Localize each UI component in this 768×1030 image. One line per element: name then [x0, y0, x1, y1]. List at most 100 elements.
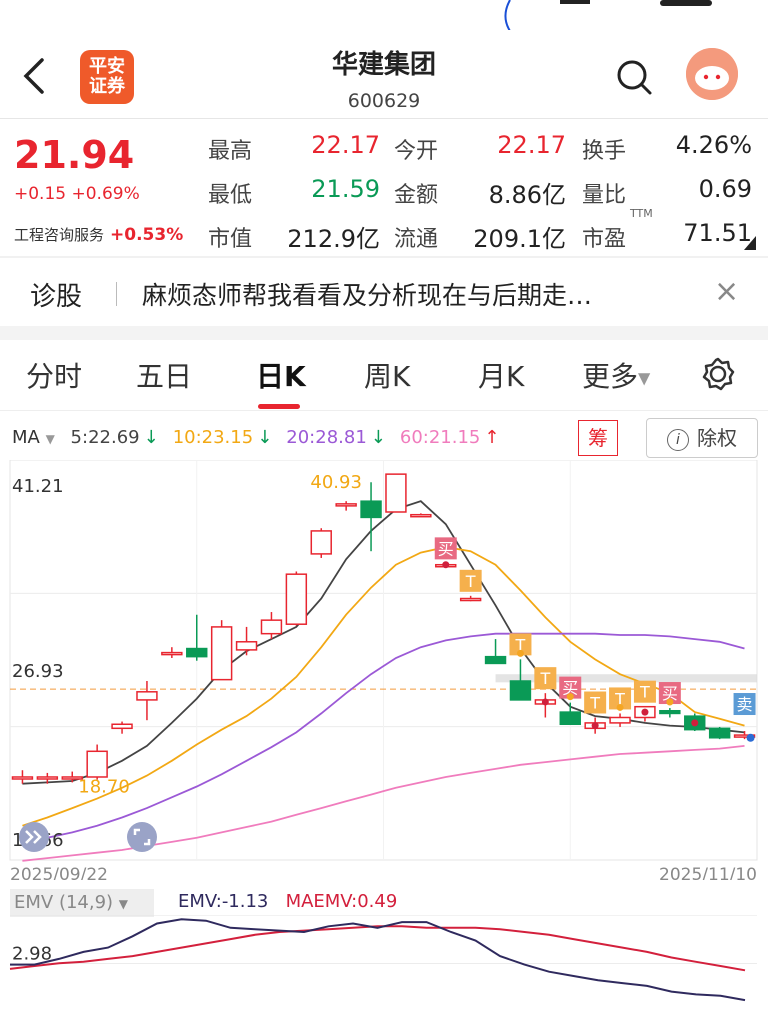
last-price: 21.94 [14, 133, 135, 177]
tab-monthly-k[interactable]: 月K [478, 355, 524, 395]
tab-weekly-k[interactable]: 周K [364, 355, 410, 395]
quote-label: 市值 [208, 227, 253, 252]
signal-dot [442, 561, 450, 569]
signal-dot [516, 649, 524, 657]
candle [609, 713, 631, 727]
candle-body [36, 776, 59, 780]
candle [659, 708, 681, 718]
candle [385, 473, 407, 513]
candle [410, 513, 432, 518]
candle [360, 482, 382, 552]
diagnosis-label[interactable]: 诊股 [30, 276, 82, 313]
y-tick-label: 26.93 [12, 661, 64, 682]
tab-five-day[interactable]: 五日 [136, 355, 192, 395]
quote-label: 流通 [394, 227, 439, 252]
ex-rights-button[interactable]: i 除权 [646, 418, 758, 458]
trade-signal: 卖 [733, 693, 756, 716]
quote-label: 最高 [208, 139, 253, 164]
tab-more[interactable]: 更多▼ [582, 355, 650, 395]
status-bar [0, 0, 768, 35]
candle-body [186, 647, 208, 658]
divider [0, 256, 768, 258]
candle [459, 595, 482, 602]
sector-change: +0.53% [110, 225, 184, 245]
trade-signal: T [633, 680, 656, 703]
candle-body [335, 503, 357, 507]
close-icon[interactable]: × [714, 274, 739, 309]
caret-down-icon: ▼ [638, 368, 651, 388]
candle [161, 647, 183, 659]
kline-chart[interactable]: 40.9318.7041.2126.9312.66买TTT买TTT买卖2025/… [0, 460, 768, 880]
signal-label: 卖 [737, 695, 753, 714]
signal-dot [591, 722, 599, 730]
quote-value: 4.26% [675, 131, 752, 159]
ma-legend-value: 60:21.15 [399, 427, 481, 448]
ma-items: 5:22.69 ↓ 10:23.15 ↓ 20:28.81 ↓ 60:21.15 ↑ [71, 427, 514, 448]
trade-signal: T [459, 569, 482, 592]
emv-line [10, 918, 746, 1002]
candle [186, 614, 208, 661]
settings-icon[interactable] [700, 356, 736, 396]
status-bar-icons [504, 0, 712, 35]
candle-body [11, 776, 34, 780]
candle-body [210, 626, 233, 681]
quote-value: 22.17 [497, 131, 566, 159]
signal-dot [746, 733, 755, 742]
candle [210, 620, 233, 681]
collapse-icon [19, 822, 49, 852]
signal-dot [691, 719, 699, 727]
ma-legend-value: 10:23.15 [172, 427, 254, 448]
quote-value: 8.86亿 [488, 181, 566, 209]
search-icon[interactable] [614, 58, 654, 102]
tab-intraday[interactable]: 分时 [26, 355, 82, 395]
candle-body [111, 723, 133, 730]
sector-name: 工程咨询服务 [14, 226, 105, 244]
emv-chart[interactable]: 2.98 [0, 915, 768, 1030]
tab-more-label: 更多 [582, 360, 639, 393]
active-tab-indicator [258, 404, 300, 409]
signal-label: T [539, 669, 550, 688]
max-price-label: 40.93 [310, 472, 362, 493]
avatar[interactable] [686, 48, 738, 100]
quote-label: 量比 [582, 183, 627, 208]
x-start-date: 2025/09/22 [10, 865, 108, 880]
trade-signal: T [534, 667, 557, 690]
diagnosis-text[interactable]: 麻烦态师帮我看看及分析现在与后期走… [142, 276, 592, 312]
signal-label: T [465, 572, 476, 591]
candle-body [509, 680, 532, 701]
quote-value: 209.1亿 [473, 225, 566, 253]
quote-value: 21.59 [311, 175, 380, 203]
assistant-mascot-icon [686, 48, 738, 100]
divider [0, 410, 768, 411]
candle-body [659, 709, 681, 715]
arrow-up-icon: ↑ [484, 427, 500, 448]
signal-dot [566, 693, 574, 701]
chip-distribution-button[interactable]: 筹 [578, 420, 618, 456]
maemv-value: MAEMV:0.49 [285, 891, 398, 912]
tab-daily-k[interactable]: 日K [256, 355, 306, 395]
ma-selector[interactable]: MA ▼ [12, 427, 55, 448]
candle-body [235, 641, 258, 651]
indicator-selector[interactable]: EMV (14,9) ▼ [10, 889, 154, 917]
candle [484, 639, 507, 665]
pe-ttm-superscript: TTM [630, 207, 653, 220]
signal-label: 买 [438, 539, 454, 558]
candle-body [609, 716, 631, 724]
candle-body [484, 655, 507, 665]
collapse-icon-bg [19, 822, 49, 852]
caret-down-icon: ▼ [45, 432, 55, 446]
candle [708, 726, 731, 740]
section-gap [0, 326, 768, 340]
signal-label: T [639, 683, 650, 702]
quote-value: 212.9亿 [287, 225, 380, 253]
candle-body [559, 711, 581, 726]
ma-legend-value: 5:22.69 [70, 427, 140, 448]
signal-label: T [589, 693, 600, 712]
trade-signal: T [584, 691, 607, 714]
x-end-date: 2025/11/10 [659, 865, 757, 880]
quote-label: 金额 [394, 183, 439, 208]
sector-info[interactable]: 工程咨询服务 +0.53% [14, 224, 183, 245]
candle-body [459, 597, 482, 602]
candle-body [360, 500, 382, 519]
caret-down-icon: ▼ [118, 897, 129, 911]
